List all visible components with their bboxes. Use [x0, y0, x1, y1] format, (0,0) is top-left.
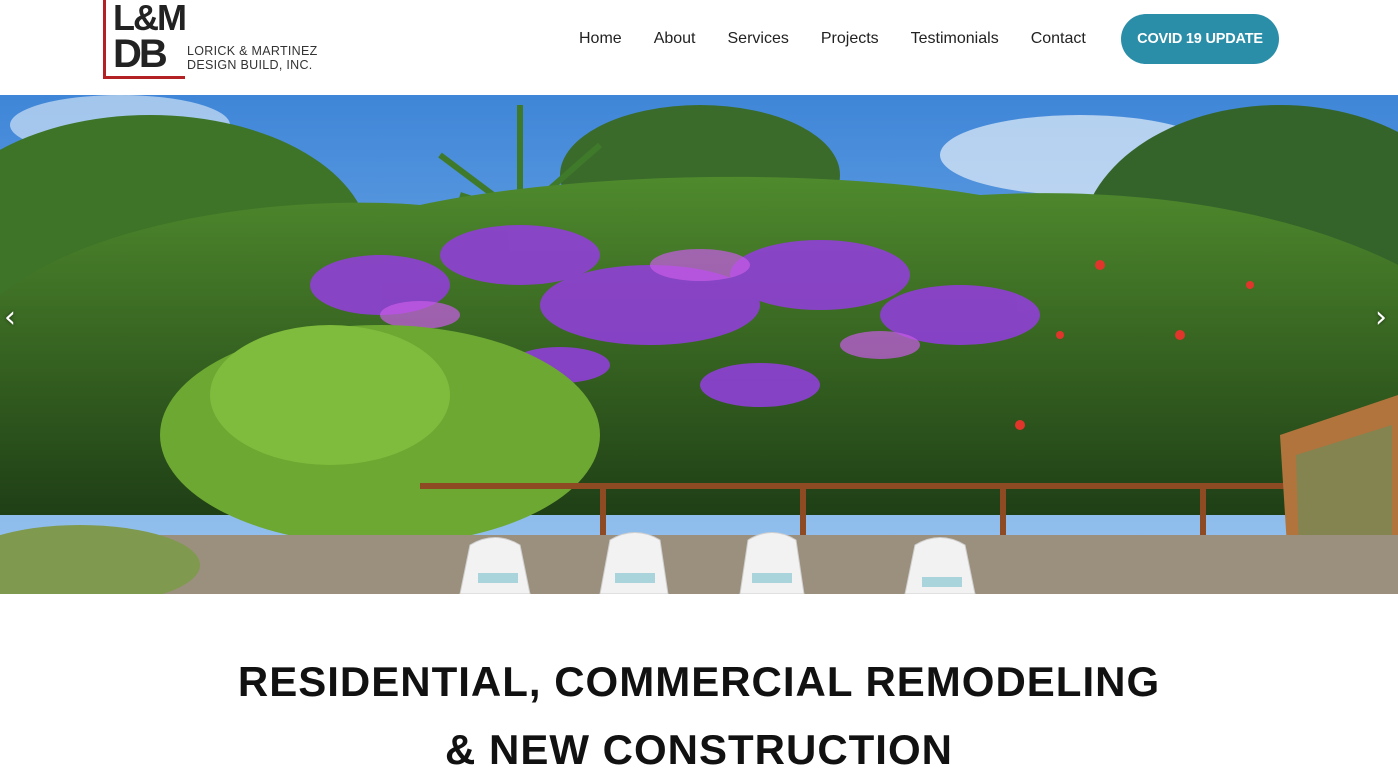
nav-about[interactable]: About: [654, 29, 696, 49]
nav-home[interactable]: Home: [579, 29, 622, 49]
logo-name-line1: LORICK & MARTINEZ: [187, 44, 318, 58]
nav-testimonials[interactable]: Testimonials: [911, 29, 999, 49]
nav-services[interactable]: Services: [728, 29, 789, 49]
logo-company-name: LORICK & MARTINEZ DESIGN BUILD, INC.: [187, 44, 318, 72]
headline-line1: RESIDENTIAL, COMMERCIAL REMODELING: [237, 658, 1161, 705]
covid-update-button[interactable]: COVID 19 UPDATE: [1121, 14, 1279, 64]
nav-projects[interactable]: Projects: [821, 29, 879, 49]
slider-next-icon[interactable]: ›: [1369, 300, 1393, 336]
logo-monogram-bottom: DB: [113, 32, 168, 76]
site-header: L&M DB LORICK & MARTINEZ DESIGN BUILD, I…: [0, 0, 1398, 95]
main-nav: Home About Services Projects Testimonial…: [579, 29, 1086, 49]
slider-prev-icon[interactable]: ‹: [0, 300, 22, 336]
nav-contact[interactable]: Contact: [1031, 29, 1086, 49]
headline-line2: & NEW CONSTRUCTION: [445, 726, 953, 770]
hero-image: [0, 95, 1398, 594]
hero-slider: ‹ ›: [0, 95, 1398, 594]
logo-name-line2: DESIGN BUILD, INC.: [187, 58, 313, 72]
company-logo[interactable]: L&M DB LORICK & MARTINEZ DESIGN BUILD, I…: [103, 0, 318, 80]
